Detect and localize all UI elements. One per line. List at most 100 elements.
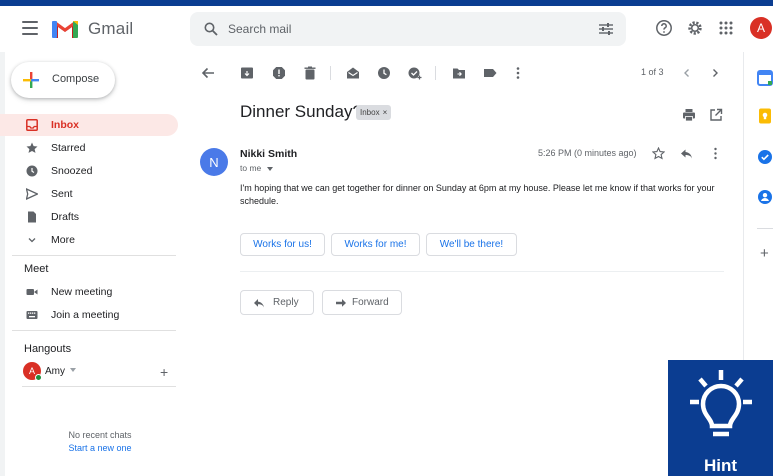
compose-button[interactable]: Compose (11, 62, 115, 98)
sidebar-item-join-meeting[interactable]: Join a meeting (0, 304, 178, 326)
mark-unread-icon[interactable] (346, 66, 360, 80)
sidebar-item-label: Snoozed (51, 165, 93, 177)
sidebar-item-new-meeting[interactable]: New meeting (0, 281, 178, 303)
sidebar-divider (22, 386, 176, 387)
print-icon[interactable] (682, 108, 696, 122)
new-chat-plus-icon[interactable]: + (160, 364, 168, 380)
sidebar-item-label: Join a meeting (51, 309, 120, 321)
forward-label: Forward (352, 297, 389, 308)
open-in-new-window-icon[interactable] (709, 108, 723, 122)
toolbar-divider (435, 66, 436, 80)
caret-down-icon[interactable] (266, 167, 273, 171)
no-recent-chats-text: No recent chats (68, 430, 132, 440)
search-options-icon[interactable] (598, 22, 614, 36)
sidebar-item-label: More (51, 234, 75, 246)
meet-section-title: Meet (24, 263, 49, 275)
reply-button[interactable]: Reply (240, 290, 314, 315)
search-input[interactable] (228, 19, 568, 39)
contacts-icon[interactable] (757, 189, 773, 205)
caret-down-icon[interactable] (70, 368, 76, 372)
remove-label-icon[interactable]: × (383, 108, 388, 117)
message-divider (240, 271, 724, 272)
search-icon[interactable] (204, 22, 218, 36)
help-icon[interactable] (655, 19, 673, 37)
inbox-icon (26, 119, 38, 131)
sidebar-divider (12, 255, 176, 256)
more-vertical-icon[interactable] (511, 66, 525, 80)
hangouts-user[interactable]: A Amy + (23, 360, 173, 382)
recipient-details[interactable]: to me (240, 163, 273, 173)
older-chevron-right-icon[interactable] (708, 66, 722, 80)
pagination-text: 1 of 3 (641, 67, 664, 77)
reply-arrow-icon[interactable] (680, 147, 693, 160)
sender-avatar[interactable]: N (200, 148, 228, 176)
online-status-icon (35, 374, 42, 381)
calendar-icon[interactable] (757, 70, 773, 86)
draft-icon (28, 211, 36, 223)
main-menu-icon[interactable] (22, 21, 38, 35)
sidebar-item-drafts[interactable]: Drafts (0, 206, 178, 228)
hint-button[interactable]: Hint (668, 360, 773, 476)
settings-gear-icon[interactable] (686, 19, 704, 37)
sidebar-divider (12, 330, 176, 331)
recipient-text: to me (240, 163, 262, 173)
sender-name[interactable]: Nikki Smith (240, 148, 297, 160)
snooze-clock-icon[interactable] (377, 66, 391, 80)
clock-icon (26, 165, 38, 177)
chevron-down-icon (28, 238, 36, 243)
smart-reply-works-for-us[interactable]: Works for us! (240, 233, 325, 256)
inbox-label-chip[interactable]: Inbox × (356, 105, 392, 120)
smart-reply-well-be-there[interactable]: We'll be there! (426, 233, 517, 256)
sidebar-item-label: Sent (51, 188, 73, 200)
sidebar-item-label: New meeting (51, 286, 113, 298)
label-chip-text: Inbox (360, 108, 380, 117)
smart-reply-works-for-me[interactable]: Works for me! (331, 233, 420, 256)
hint-label: Hint (703, 456, 738, 475)
search-bar[interactable] (190, 12, 626, 46)
sidebar-item-starred[interactable]: Starred (0, 137, 178, 159)
get-addons-plus-icon[interactable]: + (760, 245, 769, 262)
sidebar-item-label: Starred (51, 142, 86, 154)
sidebar-item-more[interactable]: More (0, 229, 178, 251)
hangouts-section-title: Hangouts (24, 343, 72, 355)
label-tag-icon[interactable] (483, 66, 497, 80)
reply-label: Reply (273, 297, 299, 308)
archive-icon[interactable] (240, 66, 254, 80)
star-outline-icon[interactable] (652, 147, 665, 160)
start-new-chat-link[interactable]: Start a new one (0, 443, 200, 453)
lightbulb-icon (690, 370, 752, 437)
side-panel-divider (757, 228, 773, 229)
forward-button[interactable]: Forward (322, 290, 402, 315)
keep-notes-icon[interactable] (757, 108, 773, 124)
delete-trash-icon[interactable] (303, 66, 317, 80)
sidebar-item-label: Inbox (51, 119, 79, 131)
forward-icon (336, 299, 346, 307)
keyboard-icon (26, 311, 38, 319)
gmail-logo-icon[interactable] (52, 18, 78, 38)
email-subject: Dinner Sunday? (240, 102, 362, 121)
sidebar-item-snoozed[interactable]: Snoozed (0, 160, 178, 182)
report-spam-icon[interactable] (272, 66, 286, 80)
sidebar-item-inbox[interactable]: Inbox (0, 114, 178, 136)
back-arrow-icon[interactable] (201, 66, 215, 80)
compose-plus-icon (23, 72, 39, 88)
tasks-icon[interactable] (757, 149, 773, 165)
toolbar-divider (330, 66, 331, 80)
email-timestamp: 5:26 PM (0 minutes ago) (538, 148, 637, 158)
email-body: I'm hoping that we can get together for … (240, 183, 715, 206)
account-avatar[interactable]: A (750, 17, 772, 39)
video-icon (26, 289, 38, 295)
app-name: Gmail (88, 19, 134, 38)
star-icon (26, 142, 38, 153)
sidebar-item-sent[interactable]: Sent (0, 183, 178, 205)
move-to-folder-icon[interactable] (452, 66, 466, 80)
sidebar: Compose Inbox Starred Snoozed Sent Draft… (0, 52, 188, 476)
add-to-tasks-icon[interactable] (408, 66, 422, 80)
send-icon (26, 188, 38, 200)
sidebar-item-label: Drafts (51, 211, 80, 223)
hangouts-user-name: Amy (45, 366, 65, 377)
gmail-window: Gmail Search mail A Compose Inbox Starre… (0, 6, 773, 476)
apps-grid-icon[interactable] (717, 19, 735, 37)
newer-chevron-left-icon[interactable] (680, 66, 694, 80)
more-vertical-icon[interactable] (709, 147, 722, 160)
